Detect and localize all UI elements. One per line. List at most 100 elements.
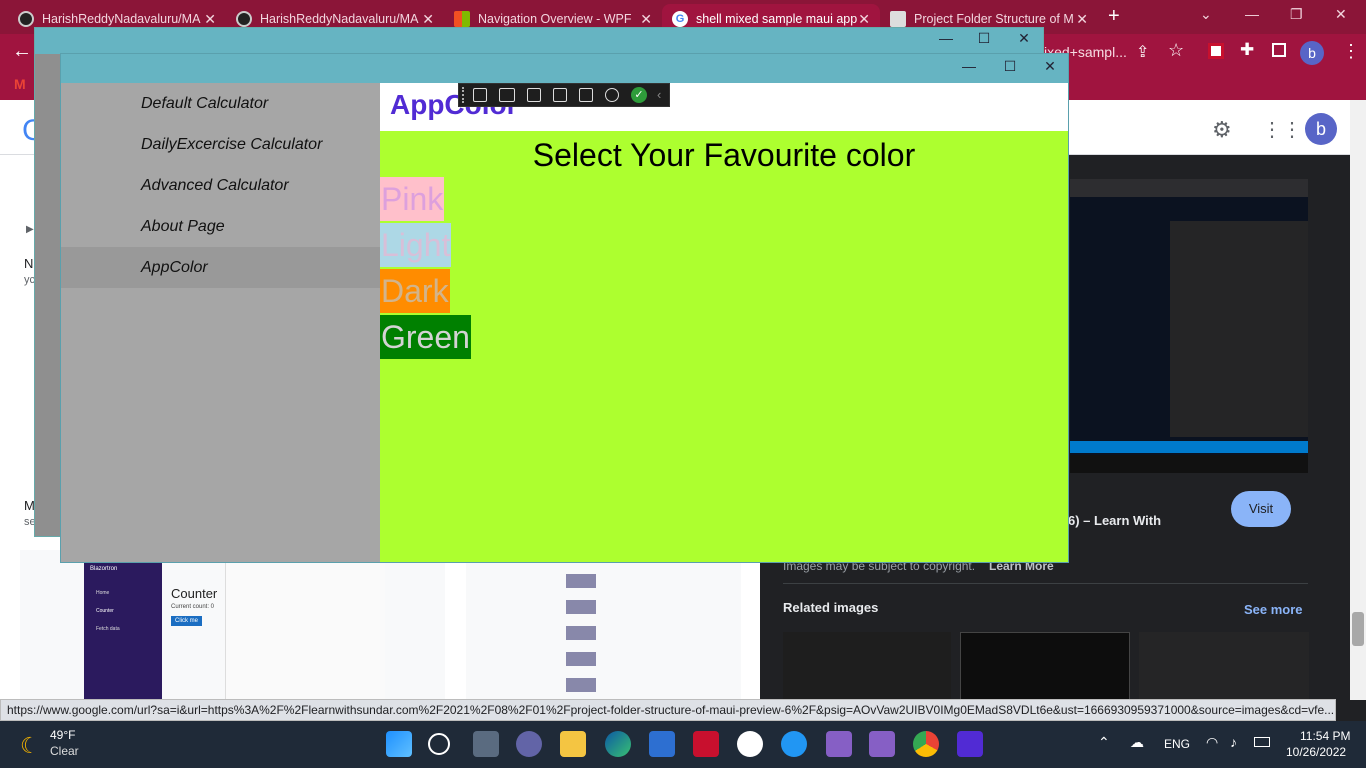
minimize-icon[interactable]: — [954,58,984,74]
store-icon[interactable] [649,731,675,757]
github-desktop-icon[interactable] [737,731,763,757]
visit-button[interactable]: Visit [1231,491,1291,527]
close-tab-icon[interactable]: ✕ [204,11,216,28]
volume-icon[interactable]: ♪ [1230,734,1237,750]
share-icon[interactable]: ⇪ [1136,42,1149,62]
related-image-thumb[interactable] [1139,632,1309,700]
github-icon [18,11,34,27]
flyout-item-advanced-calculator[interactable]: Advanced Calculator [61,165,380,206]
profile-avatar[interactable]: b [1300,41,1324,65]
window-titlebar[interactable]: — ☐ ✕ [61,54,1068,83]
back-window-titlebar[interactable]: — ☐ ✕ [35,28,1043,54]
blazor-brand: Blazortron [90,566,118,572]
blazor-nav-item: Fetch data [96,626,120,632]
content-page: AppColor Select Your Favourite color Pin… [380,83,1068,562]
visual-studio-icon[interactable] [826,731,852,757]
task-view-icon[interactable] [473,731,499,757]
flyout-item-default-calculator[interactable]: Default Calculator [61,83,380,124]
mcafee-icon[interactable] [693,731,719,757]
tab-label: HarishReddyNadavaluru/MA [42,12,201,26]
search-icon[interactable] [428,733,450,755]
account-avatar[interactable]: b [1305,113,1337,145]
apps-grid-icon[interactable]: ⋮⋮ [1262,117,1302,142]
tab-search-icon[interactable]: ⌄ [1200,6,1212,23]
close-icon[interactable]: ✕ [1035,58,1065,75]
layout-adorner-icon[interactable] [553,88,567,102]
image-thumbnail[interactable] [466,550,741,700]
windows-start-icon[interactable] [386,731,412,757]
dark-button[interactable]: Dark [380,269,450,313]
maximize-icon[interactable]: ☐ [969,30,999,47]
network-off-icon[interactable]: ☁ [1130,734,1144,751]
expand-arrow-icon[interactable]: ▶ [26,224,34,235]
counter-sub: Current count: 0 [171,604,215,610]
minimize-icon[interactable]: — [931,30,961,46]
vs-taskbar [1070,455,1308,473]
flyout-item-about-page[interactable]: About Page [61,206,380,247]
check-status-icon[interactable]: ✓ [631,87,647,103]
close-tab-icon[interactable]: ✕ [640,11,652,28]
result-title[interactable]: 6) – Learn With [1068,513,1161,528]
restore-icon[interactable]: ❐ [1290,6,1303,23]
related-image-thumb[interactable] [960,632,1130,700]
close-tab-icon[interactable]: ✕ [858,11,870,28]
preview-image[interactable] [1070,179,1308,473]
dotnet-app-icon[interactable] [957,731,983,757]
puzzle-icon[interactable]: ✚ [1240,40,1254,60]
link-status-bar: https://www.google.com/url?sa=i&url=http… [0,699,1336,721]
collapse-chevron-icon[interactable]: ‹ [657,87,661,102]
extension-icon[interactable] [1208,43,1224,59]
close-tab-icon[interactable]: ✕ [422,11,434,28]
help-icon[interactable] [781,731,807,757]
select-element-icon[interactable] [527,88,541,102]
battery-icon[interactable] [1254,737,1270,747]
edge-icon[interactable] [605,731,631,757]
hot-reload-icon[interactable] [605,88,619,102]
flyout-item-appcolor[interactable]: AppColor [61,247,380,288]
clock-time[interactable]: 11:54 PM [1300,729,1350,743]
clock-date[interactable]: 10/26/2022 [1286,745,1346,759]
track-focus-icon[interactable] [579,88,593,102]
plane-thumb [566,574,596,588]
weather-moon-icon[interactable]: ☾ [20,733,40,759]
gmail-icon[interactable]: M [14,76,26,92]
bookmark-star-icon[interactable]: ☆ [1168,40,1184,61]
tab-label: Navigation Overview - WPF [478,12,632,26]
back-arrow-icon[interactable]: ← [12,40,32,63]
settings-gear-icon[interactable]: ⚙ [1212,117,1232,143]
grip-icon[interactable] [462,87,466,103]
close-icon[interactable]: ✕ [1009,30,1039,47]
vs-statusbar [1070,441,1308,453]
visual-studio-icon[interactable] [869,731,895,757]
related-image-thumb[interactable] [783,632,951,700]
new-tab-button[interactable]: + [1108,5,1120,28]
flyout-item-dailyexcercise-calculator[interactable]: DailyExcercise Calculator [61,124,380,165]
code-editor-thumb [225,560,385,700]
close-tab-icon[interactable]: ✕ [1076,11,1088,28]
green-button[interactable]: Green [380,315,471,359]
weather-desc[interactable]: Clear [50,744,79,758]
camera-icon[interactable] [499,88,515,102]
image-thumbnail[interactable]: Blazortron Home Counter Fetch data Count… [20,550,445,700]
page-scrollbar[interactable] [1350,100,1366,700]
light-button[interactable]: Light [380,223,452,267]
scrollbar-thumb[interactable] [1352,612,1364,646]
tab-label: Project Folder Structure of M [914,12,1074,26]
maximize-icon[interactable]: ☐ [995,58,1025,75]
chrome-icon[interactable] [913,731,939,757]
tray-chevron-icon[interactable]: ⌃ [1098,734,1110,751]
language-indicator[interactable]: ENG [1164,737,1190,751]
live-visual-tree-icon[interactable] [473,88,487,102]
more-menu-icon[interactable]: ⋮ [1342,41,1360,62]
file-explorer-icon[interactable] [560,731,586,757]
result-fragment: N [24,256,34,271]
see-more-link[interactable]: See more [1244,602,1303,617]
minimize-icon[interactable]: — [1245,6,1259,22]
weather-temp[interactable]: 49°F [50,728,75,742]
pink-button[interactable]: Pink [380,177,445,221]
close-icon[interactable]: ✕ [1335,6,1347,23]
teams-chat-icon[interactable] [516,731,542,757]
side-panel-icon[interactable] [1272,43,1286,57]
plane-thumb [566,626,596,640]
wifi-icon[interactable]: ◠ [1206,734,1218,751]
